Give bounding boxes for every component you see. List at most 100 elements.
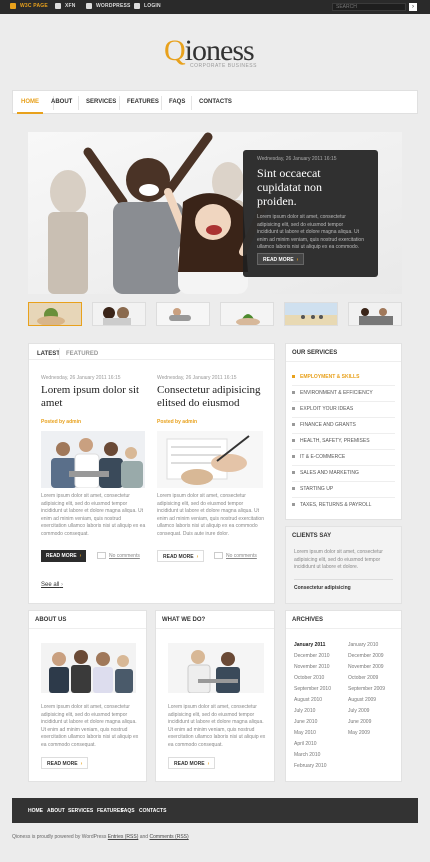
post-date: Wednesday, 26 January 2011 16:15	[41, 375, 121, 381]
thumbnail-5[interactable]	[284, 302, 338, 326]
archive-link[interactable]: November 2010	[294, 664, 330, 670]
topbar-link-wordpress[interactable]: WORDPRESS	[96, 3, 131, 9]
footer-link-contacts[interactable]: CONTACTS	[139, 808, 166, 814]
footer-link-faqs[interactable]: FAQS	[121, 808, 135, 814]
archives-panel: ARCHIVES January 2011 December 2010 Nove…	[285, 610, 402, 782]
post-author[interactable]: Posted by admin	[157, 419, 197, 425]
service-item[interactable]: SALES AND MARKETING	[292, 470, 359, 476]
archive-link[interactable]: May 2010	[294, 730, 316, 736]
nav-faqs[interactable]: FAQS	[169, 99, 185, 105]
post-title[interactable]: Consectetur adipisicing elitsed do eiusm…	[157, 384, 267, 410]
whatwedo-read-more-button[interactable]: READ MORE ›	[168, 757, 216, 769]
testimonial-author: Consectetur adipisicing	[294, 585, 351, 591]
topbar-link-login[interactable]: LOGIN	[144, 3, 161, 9]
slider-caption: Wednesday, 26 January 2011 16:15 Sint oc…	[243, 150, 378, 277]
thumbnail-1[interactable]	[28, 302, 82, 326]
read-more-button[interactable]: READ MORE ›	[41, 550, 87, 562]
archive-link[interactable]: January 2011	[294, 642, 325, 648]
service-item[interactable]: FINANCE AND GRANTS	[292, 422, 356, 428]
bullet-icon	[10, 3, 16, 9]
comment-icon	[97, 552, 106, 559]
topbar-link-xfn[interactable]: XFN	[65, 3, 76, 9]
archive-link[interactable]: June 2009	[348, 719, 371, 725]
bullet-icon	[134, 3, 140, 9]
footer-link-services[interactable]: SERVICES	[68, 808, 93, 814]
nav-services[interactable]: SERVICES	[86, 99, 116, 105]
archive-link[interactable]: November 2009	[348, 664, 384, 670]
copyright: Qioness is proudly powered by WordPress …	[12, 834, 189, 840]
see-all-link[interactable]: See all ›	[41, 582, 63, 588]
archive-link[interactable]: December 2010	[294, 653, 330, 659]
comments-link[interactable]: No comments	[214, 552, 257, 559]
rss-entries-link[interactable]: Entries (RSS)	[108, 834, 139, 840]
slider-thumbnails	[28, 302, 402, 326]
footer-link-home[interactable]: HOME	[28, 808, 43, 814]
whatwedo-panel: WHAT WE DO? Lorem ipsum dolor sit amet, …	[155, 610, 275, 782]
search-input[interactable]: SEARCH	[332, 3, 406, 11]
service-item[interactable]: TAXES, RETURNS & PAYROLL	[292, 502, 371, 508]
whatwedo-text: Lorem ipsum dolor sit amet, consectetur …	[168, 704, 266, 748]
tagline: CORPORATE BUSINESS	[190, 63, 257, 69]
service-item[interactable]: STARTING UP	[292, 486, 333, 492]
post-excerpt: Lorem ipsum dolor sit amet, consectetur …	[41, 493, 146, 537]
archive-link[interactable]: August 2009	[348, 697, 376, 703]
service-item[interactable]: ENVIRONMENT & EFFICIENCY	[292, 390, 373, 396]
thumbnail-3[interactable]	[156, 302, 210, 326]
archive-link[interactable]: September 2010	[294, 686, 331, 692]
thumbnail-4[interactable]	[220, 302, 274, 326]
post-image[interactable]	[41, 431, 145, 488]
tab-featured[interactable]: FEATURED	[59, 348, 104, 360]
bullet-icon	[55, 3, 61, 9]
rss-comments-link[interactable]: Comments (RSS)	[149, 834, 188, 840]
footer-link-features[interactable]: FEATURES	[97, 808, 124, 814]
post-image[interactable]	[157, 431, 263, 488]
main-nav: HOME ABOUT SERVICES FEATURES FAQS CONTAC…	[12, 90, 418, 114]
service-item[interactable]: HEALTH, SAFETY, PREMISES	[292, 438, 370, 444]
about-read-more-button[interactable]: READ MORE ›	[41, 757, 89, 769]
services-panel: OUR SERVICES EMPLOYMENT & SKILLS ENVIRON…	[285, 343, 402, 520]
service-item[interactable]: EMPLOYMENT & SKILLS	[292, 374, 359, 380]
archive-link[interactable]: August 2010	[294, 697, 322, 703]
about-text: Lorem ipsum dolor sit amet, consectetur …	[41, 704, 139, 748]
nav-contacts[interactable]: CONTACTS	[199, 99, 232, 105]
whatwedo-title: WHAT WE DO?	[162, 617, 206, 623]
comment-icon	[214, 552, 223, 559]
archives-title: ARCHIVES	[292, 617, 324, 623]
bullet-icon	[86, 3, 92, 9]
archive-link[interactable]: October 2010	[294, 675, 324, 681]
footer-link-about[interactable]: ABOUT	[47, 808, 65, 814]
read-more-button[interactable]: READ MORE ›	[157, 550, 205, 562]
archive-link[interactable]: February 2010	[294, 763, 327, 769]
post-author[interactable]: Posted by admin	[41, 419, 81, 425]
post-title[interactable]: Lorem ipsum dolor sit amet	[41, 384, 146, 410]
archive-link[interactable]: October 2009	[348, 675, 378, 681]
nav-about[interactable]: ABOUT	[51, 99, 72, 105]
thumbnail-6[interactable]	[348, 302, 402, 326]
service-item[interactable]: IT & E-COMMERCE	[292, 454, 345, 460]
search-go-button[interactable]: ›	[409, 3, 417, 11]
about-image	[41, 643, 136, 693]
archive-link[interactable]: May 2009	[348, 730, 370, 736]
topbar-link-w3c[interactable]: W3C PAGE	[20, 3, 48, 9]
archive-link[interactable]: July 2010	[294, 708, 315, 714]
caption-date: Wednesday, 26 January 2011 16:15	[257, 156, 337, 162]
nav-home[interactable]: HOME	[17, 99, 43, 114]
archive-link[interactable]: January 2010	[348, 642, 378, 648]
comments-link[interactable]: No comments	[97, 552, 140, 559]
top-bar: W3C PAGE XFN WORDPRESS LOGIN SEARCH ›	[0, 0, 430, 14]
archive-link[interactable]: September 2009	[348, 686, 385, 692]
archive-link[interactable]: December 2009	[348, 653, 384, 659]
caption-read-more-button[interactable]: READ MORE ›	[257, 253, 305, 265]
service-item[interactable]: EXPLOIT YOUR IDEAS	[292, 406, 353, 412]
archive-link[interactable]: July 2009	[348, 708, 369, 714]
testimonial-text: Lorem ipsum dolor sit amet, consectetur …	[294, 549, 383, 570]
whatwedo-image	[168, 643, 264, 693]
archive-link[interactable]: March 2010	[294, 752, 320, 758]
caption-title: Sint occaecat cupidatat non proiden.	[257, 166, 322, 208]
clients-title: CLIENTS SAY	[292, 533, 332, 539]
thumbnail-2[interactable]	[92, 302, 146, 326]
archive-link[interactable]: June 2010	[294, 719, 317, 725]
caption-text: Lorem ipsum dolor sit amet, consectetur …	[257, 214, 364, 250]
archive-link[interactable]: April 2010	[294, 741, 317, 747]
nav-features[interactable]: FEATURES	[127, 99, 159, 105]
